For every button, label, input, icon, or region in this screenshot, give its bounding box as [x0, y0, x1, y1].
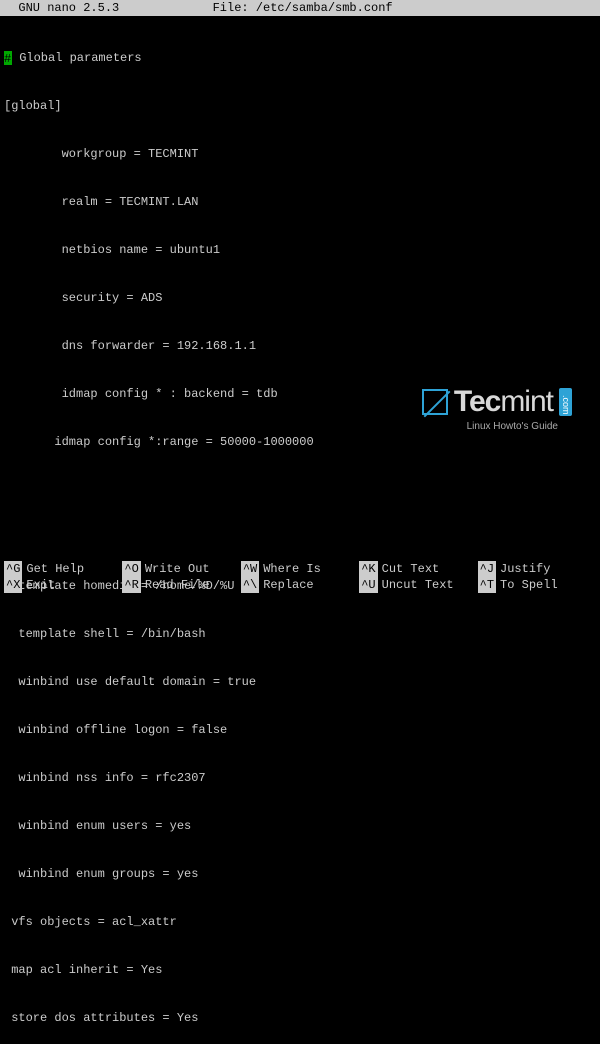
shortcut-get-help[interactable]: ^GGet Help [4, 561, 122, 577]
app-name: GNU nano 2.5.3 [4, 0, 119, 16]
titlebar: GNU nano 2.5.3 File: /etc/samba/smb.conf [0, 0, 600, 16]
file-line: # Global parameters [4, 50, 596, 66]
file-line: winbind offline logon = false [4, 722, 596, 738]
file-line: winbind enum groups = yes [4, 866, 596, 882]
shortcut-exit[interactable]: ^XExit [4, 577, 122, 593]
shortcut-replace[interactable]: ^\Replace [241, 577, 359, 593]
file-line: netbios name = ubuntu1 [4, 242, 596, 258]
shortcut-cut-text[interactable]: ^KCut Text [359, 561, 477, 577]
file-line: vfs objects = acl_xattr [4, 914, 596, 930]
file-line: idmap config *:range = 50000-1000000 [4, 434, 596, 450]
editor-area[interactable]: # Global parameters [global] workgroup =… [0, 16, 600, 1044]
file-line: winbind enum users = yes [4, 818, 596, 834]
watermark-brand: Tecmint [454, 385, 553, 419]
file-line: winbind use default domain = true [4, 674, 596, 690]
file-line: template shell = /bin/bash [4, 626, 596, 642]
shortcut-uncut-text[interactable]: ^UUncut Text [359, 577, 477, 593]
file-line: [global] [4, 98, 596, 114]
shortcuts-bar: ^GGet Help ^OWrite Out ^WWhere Is ^KCut … [0, 561, 600, 595]
shortcut-read-file[interactable]: ^RRead File [122, 577, 240, 593]
file-line: security = ADS [4, 290, 596, 306]
watermark: Tecmint .com Linux Howto's Guide [422, 385, 572, 432]
file-line [4, 530, 596, 546]
watermark-tagline: Linux Howto's Guide [422, 421, 572, 432]
file-line [4, 482, 596, 498]
file-path: File: /etc/samba/smb.conf [119, 0, 486, 16]
shortcut-write-out[interactable]: ^OWrite Out [122, 561, 240, 577]
shortcut-where-is[interactable]: ^WWhere Is [241, 561, 359, 577]
file-line: map acl inherit = Yes [4, 962, 596, 978]
shortcuts-row: ^XExit ^RRead File ^\Replace ^UUncut Tex… [4, 577, 596, 593]
file-line: store dos attributes = Yes [4, 1010, 596, 1026]
shortcut-justify[interactable]: ^JJustify [478, 561, 596, 577]
file-line: workgroup = TECMINT [4, 146, 596, 162]
tecmint-logo-icon [422, 389, 448, 415]
shortcuts-row: ^GGet Help ^OWrite Out ^WWhere Is ^KCut … [4, 561, 596, 577]
file-line: winbind nss info = rfc2307 [4, 770, 596, 786]
file-line: dns forwarder = 192.168.1.1 [4, 338, 596, 354]
cursor: # [4, 51, 12, 65]
shortcut-to-spell[interactable]: ^TTo Spell [478, 577, 596, 593]
file-line: realm = TECMINT.LAN [4, 194, 596, 210]
watermark-tld: .com [559, 388, 572, 416]
